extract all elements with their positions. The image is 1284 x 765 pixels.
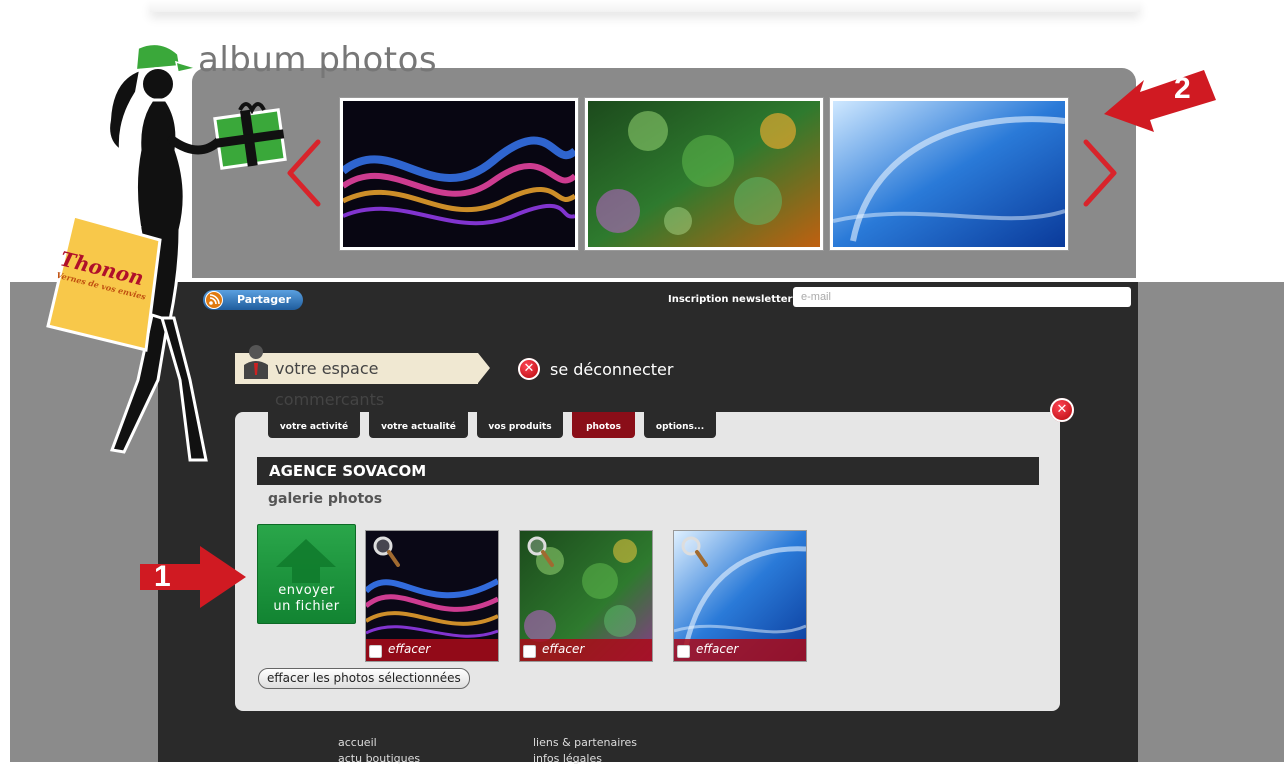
carousel-thumb-2[interactable]: [585, 98, 823, 250]
footer-link-accueil[interactable]: accueil: [338, 736, 377, 749]
photo-carousel: [192, 68, 1136, 278]
upload-arrow-icon: [276, 539, 336, 587]
photo-delete-label[interactable]: effacer: [388, 642, 430, 656]
carousel-next-arrow[interactable]: [1080, 138, 1120, 212]
delete-selected-button[interactable]: effacer les photos sélectionnées: [258, 668, 470, 689]
footer-link-liens-partenaires[interactable]: liens & partenaires: [533, 736, 637, 749]
carousel-thumb-1[interactable]: [340, 98, 578, 250]
zoom-icon[interactable]: [526, 535, 554, 571]
callout-arrow-2: 2: [1104, 62, 1216, 136]
gallery-photo-1[interactable]: effacer: [365, 530, 499, 662]
photo-select-checkbox[interactable]: [523, 645, 536, 658]
tab-photos[interactable]: photos: [572, 412, 635, 438]
top-bar: [150, 0, 1140, 12]
callout-label-1: 1: [154, 560, 171, 593]
tab-options[interactable]: options...: [644, 412, 716, 438]
photo-select-checkbox[interactable]: [677, 645, 690, 658]
tab-actualite[interactable]: votre actualité: [369, 412, 468, 438]
logout-link[interactable]: se déconnecter: [550, 360, 673, 379]
photo-delete-label[interactable]: effacer: [696, 642, 738, 656]
photo-select-checkbox[interactable]: [369, 645, 382, 658]
photo-delete-bar: [366, 639, 498, 661]
callout-arrow-1: 1: [140, 546, 246, 612]
footer-link-infos-legales[interactable]: infos légales: [533, 752, 602, 765]
upload-label-line-2: un fichier: [273, 599, 340, 614]
newsletter-label: Inscription newsletter :: [668, 294, 800, 305]
zoom-icon[interactable]: [372, 535, 400, 571]
photo-delete-label[interactable]: effacer: [542, 642, 584, 656]
upload-label-line-1: envoyer: [278, 583, 335, 598]
mascot-illustration: Thonon Vernes de vos envies: [40, 40, 300, 484]
gallery-photo-2[interactable]: effacer: [519, 530, 653, 662]
zoom-icon[interactable]: [680, 535, 708, 571]
gallery-title: galerie photos: [268, 491, 383, 507]
upload-label: envoyer un fichier: [258, 583, 355, 615]
panel-close-icon[interactable]: ✕: [1050, 398, 1074, 422]
upload-file-button[interactable]: envoyer un fichier: [257, 524, 356, 624]
footer-link-actu-boutiques[interactable]: actu boutiques: [338, 752, 420, 765]
gallery-photo-3[interactable]: effacer: [673, 530, 807, 662]
carousel-thumb-3[interactable]: [830, 98, 1068, 250]
company-name: AGENCE SOVACOM: [257, 457, 1039, 485]
callout-label-2: 2: [1174, 72, 1191, 105]
photo-delete-bar: [520, 639, 652, 661]
photo-delete-bar: [674, 639, 806, 661]
tab-produits[interactable]: vos produits: [477, 412, 563, 438]
logout-icon[interactable]: ✕: [518, 358, 540, 380]
newsletter-email-input[interactable]: [793, 287, 1131, 307]
